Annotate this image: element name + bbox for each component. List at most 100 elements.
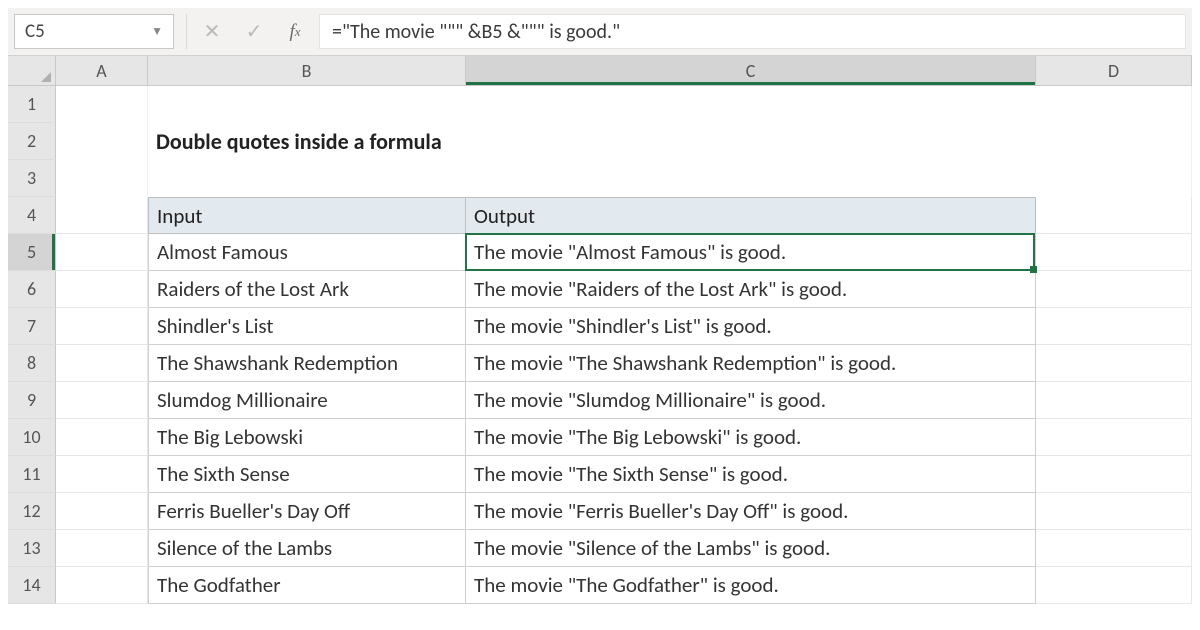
cell-output[interactable]: The movie "The Big Lebowski" is good. — [466, 419, 1036, 456]
row-3: 3 — [8, 160, 1192, 197]
cell[interactable] — [56, 530, 148, 567]
cell-input[interactable]: Shindler's List — [148, 308, 466, 345]
cell[interactable] — [1036, 160, 1192, 197]
cell[interactable] — [1036, 530, 1192, 567]
row-header[interactable]: 11 — [8, 456, 56, 493]
cell-input[interactable]: Ferris Bueller's Day Off — [148, 493, 466, 530]
row-header[interactable]: 6 — [8, 271, 56, 308]
row-header[interactable]: 3 — [8, 160, 56, 197]
cell[interactable] — [466, 160, 1036, 197]
cell[interactable] — [56, 382, 148, 419]
page-title[interactable]: Double quotes inside a formula — [148, 123, 466, 160]
cell[interactable] — [1036, 234, 1192, 271]
cell[interactable] — [1036, 86, 1192, 123]
enter-formula-icon[interactable]: ✓ — [233, 8, 275, 55]
cell-input[interactable]: Slumdog Millionaire — [148, 382, 466, 419]
cell[interactable] — [56, 456, 148, 493]
cell-input[interactable]: Raiders of the Lost Ark — [148, 271, 466, 308]
cell[interactable] — [1036, 456, 1192, 493]
row-9: 9 Slumdog Millionaire The movie "Slumdog… — [8, 382, 1192, 419]
row-header[interactable]: 2 — [8, 123, 56, 160]
formula-input[interactable]: ="The movie """ &B5 &""" is good." — [319, 14, 1186, 49]
cell-output[interactable]: The movie "Shindler's List" is good. — [466, 308, 1036, 345]
cell-output[interactable]: The movie "The Shawshank Redemption" is … — [466, 345, 1036, 382]
cell[interactable] — [466, 86, 1036, 123]
row-header[interactable]: 12 — [8, 493, 56, 530]
cell[interactable] — [1036, 567, 1192, 604]
cell[interactable] — [56, 345, 148, 382]
row-header[interactable]: 4 — [8, 197, 56, 234]
fx-icon[interactable]: fx — [275, 8, 315, 55]
cell-input[interactable]: The Godfather — [148, 567, 466, 604]
select-all-corner[interactable] — [8, 56, 56, 85]
cell-output[interactable]: The movie "The Godfather" is good. — [466, 567, 1036, 604]
row-14: 14 The Godfather The movie "The Godfathe… — [8, 567, 1192, 604]
cell-input[interactable]: The Sixth Sense — [148, 456, 466, 493]
cell[interactable] — [56, 160, 148, 197]
row-2: 2 Double quotes inside a formula — [8, 123, 1192, 160]
table-header-input[interactable]: Input — [148, 197, 466, 234]
row-header[interactable]: 5 — [8, 234, 56, 271]
row-11: 11 The Sixth Sense The movie "The Sixth … — [8, 456, 1192, 493]
row-13: 13 Silence of the Lambs The movie "Silen… — [8, 530, 1192, 567]
name-box[interactable]: C5 ▼ — [14, 14, 174, 49]
row-header[interactable]: 1 — [8, 86, 56, 123]
cell-input[interactable]: Silence of the Lambs — [148, 530, 466, 567]
row-header[interactable]: 10 — [8, 419, 56, 456]
cell[interactable] — [56, 123, 148, 160]
cell[interactable] — [56, 419, 148, 456]
col-header-a[interactable]: A — [56, 56, 148, 85]
cell[interactable] — [466, 123, 1036, 160]
cell[interactable] — [56, 234, 148, 271]
row-header[interactable]: 13 — [8, 530, 56, 567]
row-6: 6 Raiders of the Lost Ark The movie "Rai… — [8, 271, 1192, 308]
chevron-down-icon[interactable]: ▼ — [151, 24, 163, 39]
cell-output[interactable]: The movie "Ferris Bueller's Day Off" is … — [466, 493, 1036, 530]
cell[interactable] — [56, 197, 148, 234]
cell[interactable] — [1036, 271, 1192, 308]
row-1: 1 — [8, 86, 1192, 123]
cell[interactable] — [56, 86, 148, 123]
row-12: 12 Ferris Bueller's Day Off The movie "F… — [8, 493, 1192, 530]
cell[interactable] — [1036, 308, 1192, 345]
cell[interactable] — [56, 493, 148, 530]
spreadsheet-grid: A B C D 1 2 Double quotes inside a formu… — [8, 56, 1192, 604]
cell[interactable] — [56, 567, 148, 604]
cell[interactable] — [1036, 197, 1192, 234]
divider — [186, 14, 187, 49]
cell-output[interactable]: The movie "The Sixth Sense" is good. — [466, 456, 1036, 493]
formula-text: ="The movie """ &B5 &""" is good." — [332, 20, 620, 44]
rows: 1 2 Double quotes inside a formula 3 — [8, 86, 1192, 604]
cancel-formula-icon[interactable]: ✕ — [191, 8, 233, 55]
cell-input[interactable]: The Shawshank Redemption — [148, 345, 466, 382]
cell[interactable] — [56, 271, 148, 308]
row-10: 10 The Big Lebowski The movie "The Big L… — [8, 419, 1192, 456]
cell-output[interactable]: The movie "Silence of the Lambs" is good… — [466, 530, 1036, 567]
cell[interactable] — [1036, 419, 1192, 456]
row-header[interactable]: 7 — [8, 308, 56, 345]
row-5: 5 Almost Famous The movie "Almost Famous… — [8, 234, 1192, 271]
name-box-value: C5 — [25, 20, 45, 43]
row-7: 7 Shindler's List The movie "Shindler's … — [8, 308, 1192, 345]
cell[interactable] — [56, 308, 148, 345]
cell-input[interactable]: The Big Lebowski — [148, 419, 466, 456]
cell[interactable] — [1036, 345, 1192, 382]
row-header[interactable]: 8 — [8, 345, 56, 382]
cell-output[interactable]: The movie "Almost Famous" is good. — [466, 234, 1036, 271]
row-8: 8 The Shawshank Redemption The movie "Th… — [8, 345, 1192, 382]
row-header[interactable]: 9 — [8, 382, 56, 419]
cell[interactable] — [1036, 382, 1192, 419]
col-header-c[interactable]: C — [466, 56, 1036, 85]
cell-input[interactable]: Almost Famous — [148, 234, 466, 271]
row-4: 4 Input Output — [8, 197, 1192, 234]
col-header-d[interactable]: D — [1036, 56, 1192, 85]
cell[interactable] — [148, 86, 466, 123]
cell[interactable] — [1036, 493, 1192, 530]
cell[interactable] — [1036, 123, 1192, 160]
cell-output[interactable]: The movie "Slumdog Millionaire" is good. — [466, 382, 1036, 419]
row-header[interactable]: 14 — [8, 567, 56, 604]
cell[interactable] — [148, 160, 466, 197]
col-header-b[interactable]: B — [148, 56, 466, 85]
cell-output[interactable]: The movie "Raiders of the Lost Ark" is g… — [466, 271, 1036, 308]
table-header-output[interactable]: Output — [466, 197, 1036, 234]
